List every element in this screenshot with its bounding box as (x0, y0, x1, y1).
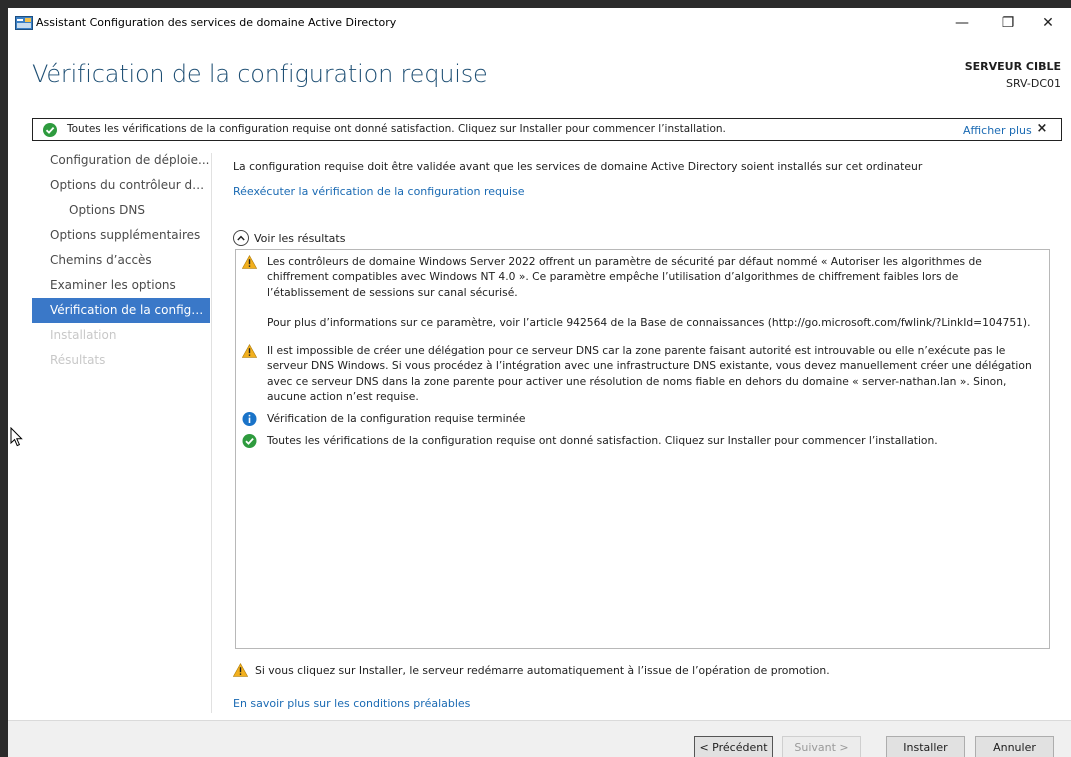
result-item: Toutes les vérifications de la configura… (242, 433, 1042, 448)
nav-item-paths[interactable]: Chemins d’accès (32, 248, 210, 273)
result-item: Il est impossible de créer une délégatio… (242, 343, 1042, 405)
banner-close-button[interactable]: × (1034, 121, 1050, 139)
warning-icon (233, 663, 248, 677)
nav-item-prerequisites-check[interactable]: Vérification de la configur... (32, 298, 210, 323)
install-button[interactable]: Installer (886, 736, 965, 757)
result-item: Les contrôleurs de domaine Windows Serve… (242, 254, 1042, 331)
close-button[interactable]: ✕ (1025, 8, 1071, 38)
wizard-footer: < Précédent Suivant > Installer Annuler (8, 720, 1071, 757)
title-bar[interactable]: Assistant Configuration des services de … (8, 8, 1071, 38)
results-toggle[interactable]: Voir les résultats (233, 229, 345, 247)
target-server: SERVEUR CIBLE SRV-DC01 (965, 58, 1061, 92)
nav-item-review-options[interactable]: Examiner les options (32, 273, 210, 298)
nav-item-additional-options[interactable]: Options supplémentaires (32, 223, 210, 248)
show-more-link[interactable]: Afficher plus (963, 124, 1032, 137)
rerun-check-link[interactable]: Réexécuter la vérification de la configu… (233, 185, 525, 198)
restart-note: Si vous cliquez sur Installer, le serveu… (233, 662, 830, 678)
result-text: Les contrôleurs de domaine Windows Serve… (267, 255, 982, 299)
nav-divider (211, 153, 212, 713)
nav-item-dc-options[interactable]: Options du contrôleur de... (32, 173, 210, 198)
results-toggle-label: Voir les résultats (254, 231, 346, 245)
wizard-window: Assistant Configuration des services de … (8, 8, 1071, 757)
result-item: Vérification de la configuration requise… (242, 411, 1042, 426)
target-server-name: SRV-DC01 (1005, 77, 1061, 90)
page-title: Vérification de la configuration requise (32, 60, 488, 88)
previous-button[interactable]: < Précédent (694, 736, 773, 757)
banner-text: Toutes les vérifications de la configura… (67, 123, 726, 135)
results-panel[interactable]: Les contrôleurs de domaine Windows Serve… (235, 249, 1050, 649)
status-banner: Toutes les vérifications de la configura… (32, 118, 1062, 141)
minimize-button[interactable]: — (939, 8, 985, 38)
next-button: Suivant > (782, 736, 861, 757)
intro-text: La configuration requise doit être valid… (233, 160, 923, 173)
nav-item-installation: Installation (50, 328, 117, 342)
result-text: Toutes les vérifications de la configura… (267, 434, 938, 447)
restart-note-text: Si vous cliquez sur Installer, le serveu… (255, 663, 830, 677)
cancel-button[interactable]: Annuler (975, 736, 1054, 757)
learn-more-link[interactable]: En savoir plus sur les conditions préala… (233, 697, 470, 710)
mouse-cursor-icon (10, 427, 23, 447)
nav-item-results: Résultats (50, 353, 106, 367)
info-icon (242, 412, 257, 426)
warning-icon (242, 255, 257, 269)
check-circle-icon (43, 123, 57, 137)
result-text: Vérification de la configuration requise… (267, 412, 526, 425)
check-circle-icon (242, 434, 257, 448)
wizard-nav: Configuration de déploie... Options du c… (32, 148, 210, 373)
nav-item-deployment-config[interactable]: Configuration de déploie... (32, 148, 210, 173)
target-server-label: SERVEUR CIBLE (964, 60, 1061, 73)
chevron-up-icon (233, 230, 249, 246)
server-manager-icon (15, 16, 33, 30)
nav-item-dns-options[interactable]: Options DNS (32, 198, 210, 223)
warning-icon (242, 344, 257, 358)
window-title: Assistant Configuration des services de … (36, 16, 397, 29)
result-text: Il est impossible de créer une délégatio… (267, 344, 1032, 404)
result-text-more: Pour plus d’informations sur ce paramètr… (267, 316, 1031, 330)
